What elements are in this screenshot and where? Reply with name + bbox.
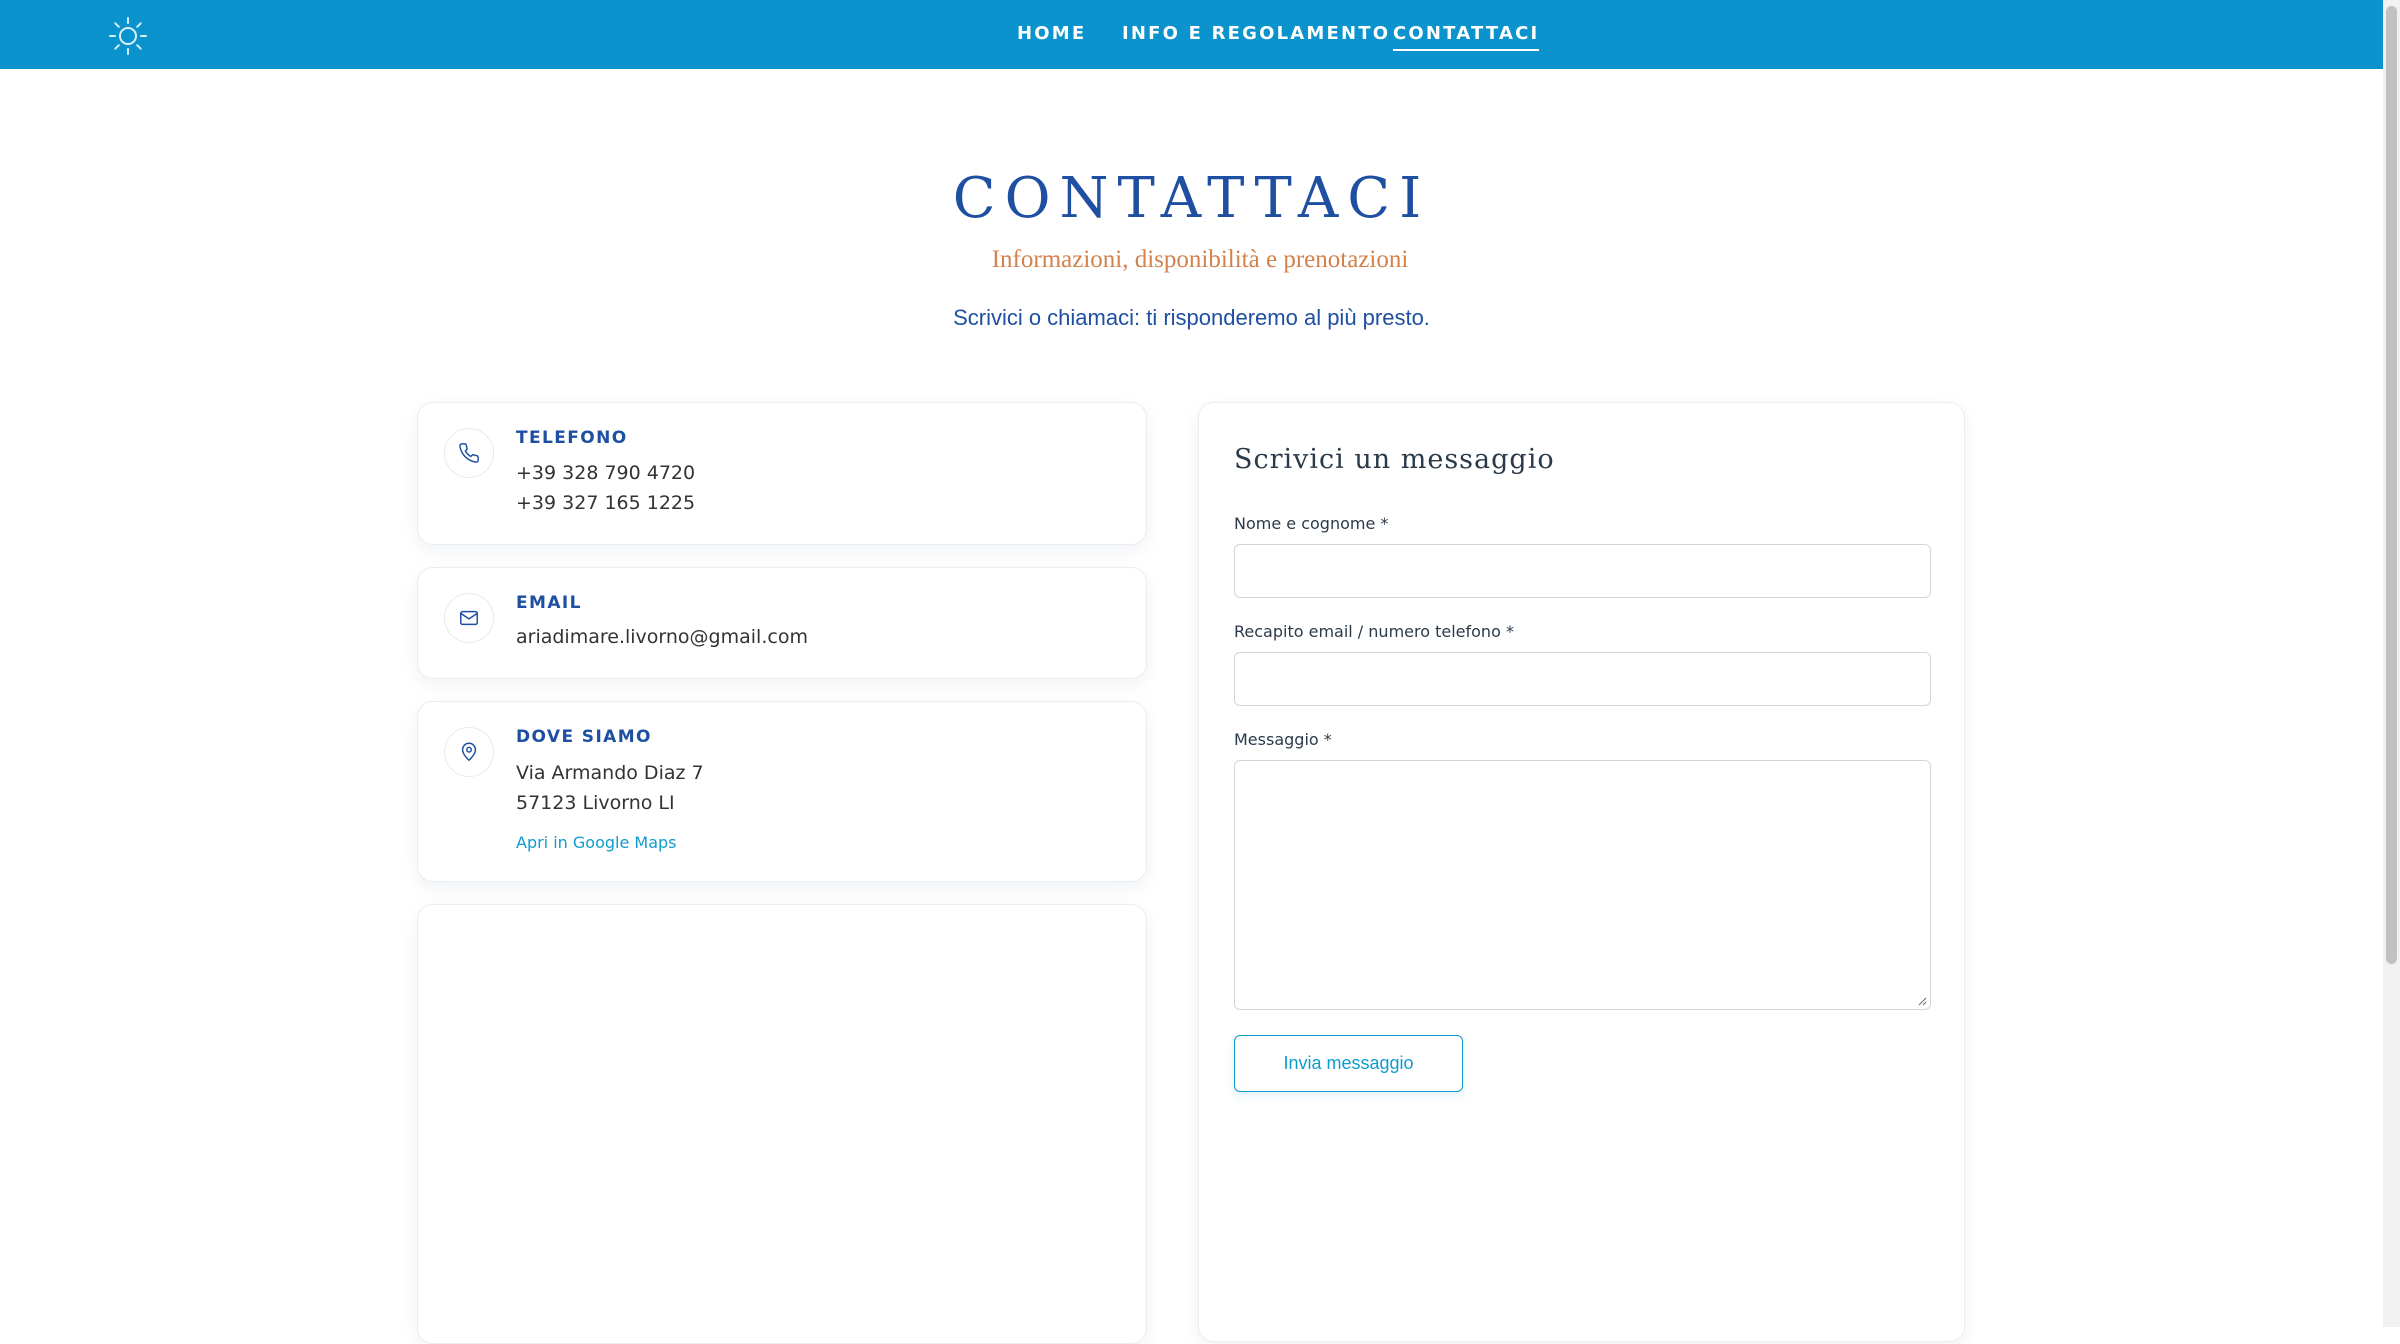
nav-item-contattaci[interactable]: CONTATTACI: [1393, 23, 1540, 51]
contact-field-label: Recapito email / numero telefono *: [1234, 622, 1514, 641]
top-navigation-bar: HOME INFO E REGOLAMENTO CONTATTACI: [0, 0, 2383, 69]
email-card: EMAIL ariadimare.livorno@gmail.com: [417, 567, 1147, 679]
email-label: EMAIL: [516, 593, 582, 613]
phone-icon: [444, 428, 494, 478]
contact-form-card: Scrivici un messaggio Nome e cognome * R…: [1198, 402, 1965, 1342]
send-message-button[interactable]: Invia messaggio: [1234, 1035, 1463, 1092]
phone-number-1[interactable]: +39 328 790 4720: [516, 461, 695, 485]
message-textarea[interactable]: [1234, 760, 1931, 1010]
mail-icon: [444, 593, 494, 643]
email-address[interactable]: ariadimare.livorno@gmail.com: [516, 625, 808, 649]
map-embed-card[interactable]: [417, 904, 1147, 1344]
address-line-1: Via Armando Diaz 7: [516, 762, 704, 784]
page-title: CONTATTACI: [952, 166, 1431, 231]
form-title: Scrivici un messaggio: [1234, 444, 1555, 475]
location-label: DOVE SIAMO: [516, 727, 652, 747]
nav-item-info-regolamento[interactable]: INFO E REGOLAMENTO: [1122, 23, 1390, 45]
google-maps-link[interactable]: Apri in Google Maps: [516, 833, 677, 853]
nav-item-home[interactable]: HOME: [1017, 23, 1086, 45]
phone-label: TELEFONO: [516, 428, 628, 448]
location-pin-icon: [444, 727, 494, 777]
address-line-2: 57123 Livorno LI: [516, 792, 675, 814]
main-nav: HOME INFO E REGOLAMENTO CONTATTACI: [0, 0, 2383, 69]
contact-input[interactable]: [1234, 652, 1931, 706]
phone-card: TELEFONO +39 328 790 4720 +39 327 165 12…: [417, 402, 1147, 545]
location-card: DOVE SIAMO Via Armando Diaz 7 57123 Livo…: [417, 701, 1147, 882]
page-subtitle: Informazioni, disponibilità e prenotazio…: [991, 246, 1409, 273]
name-field-label: Nome e cognome *: [1234, 514, 1389, 533]
resize-grip-icon[interactable]: [1917, 996, 1927, 1006]
phone-number-2[interactable]: +39 327 165 1225: [516, 491, 695, 515]
message-field-label: Messaggio *: [1234, 730, 1332, 749]
name-input[interactable]: [1234, 544, 1931, 598]
page-lead-text: Scrivici o chiamaci: ti risponderemo al …: [953, 305, 1430, 330]
page-scrollbar-thumb[interactable]: [2386, 6, 2397, 964]
